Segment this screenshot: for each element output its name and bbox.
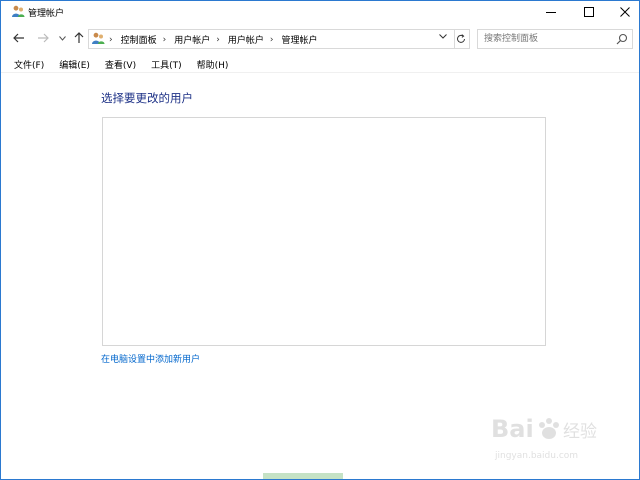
baidu-jingyan-watermark: Bai 经验 jingyan.baidu.com: [491, 415, 597, 461]
forward-button[interactable]: [35, 30, 51, 46]
address-dropdown-button[interactable]: [439, 32, 447, 42]
search-input[interactable]: [484, 30, 604, 48]
arrow-up-icon: [74, 32, 84, 43]
user-account-list[interactable]: [102, 117, 546, 346]
menu-edit[interactable]: 编辑(E): [53, 55, 96, 72]
menu-file[interactable]: 文件(F): [8, 55, 50, 72]
menu-tools[interactable]: 工具(T): [145, 55, 188, 72]
breadcrumb-item-user-accounts-2[interactable]: 用户帐户: [228, 33, 264, 46]
menu-help[interactable]: 帮助(H): [191, 55, 235, 72]
add-user-link[interactable]: 在电脑设置中添加新用户: [101, 352, 200, 365]
control-panel-icon: [92, 32, 105, 44]
background-window-sliver: [263, 473, 343, 479]
menu-view[interactable]: 查看(V): [99, 55, 142, 72]
up-button[interactable]: [71, 30, 87, 46]
menu-divider: [1, 72, 639, 73]
title-bar: 管理帐户: [1, 1, 639, 23]
menu-bar: 文件(F) 编辑(E) 查看(V) 工具(T) 帮助(H): [1, 55, 639, 72]
search-icon[interactable]: [616, 33, 628, 45]
breadcrumb-item-manage-accounts[interactable]: 管理帐户: [281, 33, 317, 46]
control-panel-window: 管理帐户 › 控制面板 › 用户帐户 › 用户帐户 › 管理帐户 搜索控制面板 …: [0, 0, 640, 480]
watermark-url: jingyan.baidu.com: [494, 451, 578, 461]
breadcrumb-separator-icon[interactable]: ›: [163, 35, 167, 45]
breadcrumb: › 控制面板 › 用户帐户 › 用户帐户 › 管理帐户: [109, 33, 318, 47]
back-button[interactable]: [11, 30, 27, 46]
window-title: 管理帐户: [28, 9, 65, 19]
breadcrumb-separator-icon[interactable]: ›: [216, 35, 220, 45]
breadcrumb-item-control-panel[interactable]: 控制面板: [121, 33, 157, 46]
minimize-button[interactable]: [533, 1, 569, 23]
breadcrumb-separator-icon[interactable]: ›: [270, 35, 274, 45]
breadcrumb-item-user-accounts[interactable]: 用户帐户: [174, 33, 210, 46]
arrow-left-icon: [13, 33, 24, 43]
search-box[interactable]: [477, 29, 633, 49]
arrow-right-icon: [38, 33, 49, 43]
page-heading: 选择要更改的用户: [101, 91, 193, 105]
refresh-icon: [457, 34, 465, 43]
address-bar[interactable]: › 控制面板 › 用户帐户 › 用户帐户 › 管理帐户: [88, 29, 455, 49]
close-icon: [620, 7, 630, 17]
maximize-button[interactable]: [571, 1, 607, 23]
navigation-bar: › 控制面板 › 用户帐户 › 用户帐户 › 管理帐户: [1, 27, 639, 49]
user-accounts-icon: [12, 5, 25, 17]
breadcrumb-separator-icon: ›: [109, 34, 113, 45]
paw-icon: [539, 418, 559, 439]
recent-locations-button[interactable]: [54, 30, 70, 46]
watermark-brand2: 经验: [563, 422, 597, 442]
close-button[interactable]: [607, 1, 639, 23]
refresh-button[interactable]: [453, 29, 470, 49]
chevron-down-icon: [58, 35, 66, 41]
minimize-icon: [546, 11, 556, 13]
watermark-brand: Bai: [491, 415, 534, 443]
maximize-icon: [584, 7, 594, 17]
chevron-down-icon: [439, 34, 447, 39]
